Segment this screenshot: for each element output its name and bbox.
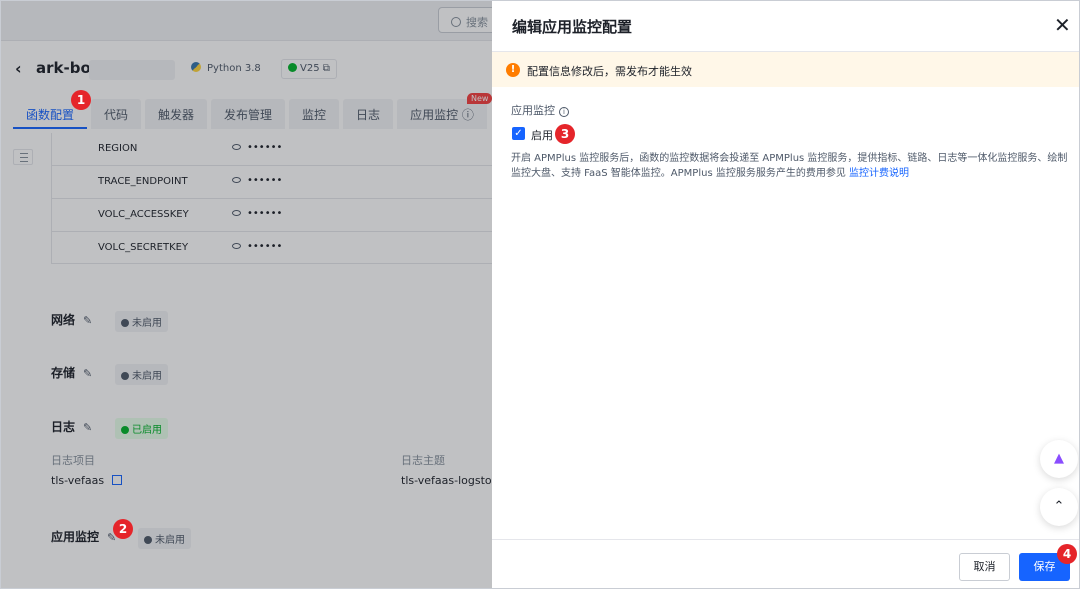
- cancel-button[interactable]: 取消: [959, 553, 1010, 581]
- apm-description: 开启 APMPlus 监控服务后，函数的监控数据将会投递至 APMPlus 监控…: [511, 151, 1069, 181]
- pricing-link[interactable]: 监控计费说明: [849, 168, 909, 179]
- ai-assistant-icon[interactable]: ▲: [1040, 440, 1078, 478]
- warning-alert: ! 配置信息修改后，需发布才能生效: [492, 52, 1079, 87]
- screenshot-frame: 搜索 ‹ ark-bot- Python 3.8 V25 ⧉ 函数配置 代码 触…: [0, 0, 1080, 589]
- description-text: 开启 APMPlus 监控服务后，函数的监控数据将会投递至 APMPlus 监控…: [511, 153, 1068, 179]
- field-label-text: 应用监控: [511, 104, 555, 117]
- step-marker-1: 1: [71, 90, 91, 110]
- divider: [492, 539, 1079, 540]
- enable-checkbox[interactable]: ✓: [512, 127, 525, 140]
- step-marker-3: 3: [555, 124, 575, 144]
- step-marker-2: 2: [113, 519, 133, 539]
- step-marker-4: 4: [1057, 544, 1077, 564]
- info-icon[interactable]: i: [559, 107, 569, 117]
- warning-icon: !: [506, 63, 520, 77]
- close-icon[interactable]: ✕: [1054, 15, 1071, 35]
- apm-field-label: 应用监控 i: [511, 102, 569, 118]
- edit-apm-drawer: 编辑应用监控配置 ✕ ! 配置信息修改后，需发布才能生效 应用监控 i ✓ 启用 …: [492, 1, 1079, 588]
- alert-text: 配置信息修改后，需发布才能生效: [527, 65, 692, 78]
- chevron-up-icon[interactable]: ⌃: [1040, 488, 1078, 526]
- enable-checkbox-label[interactable]: 启用: [531, 127, 553, 143]
- drawer-title: 编辑应用监控配置: [512, 18, 633, 36]
